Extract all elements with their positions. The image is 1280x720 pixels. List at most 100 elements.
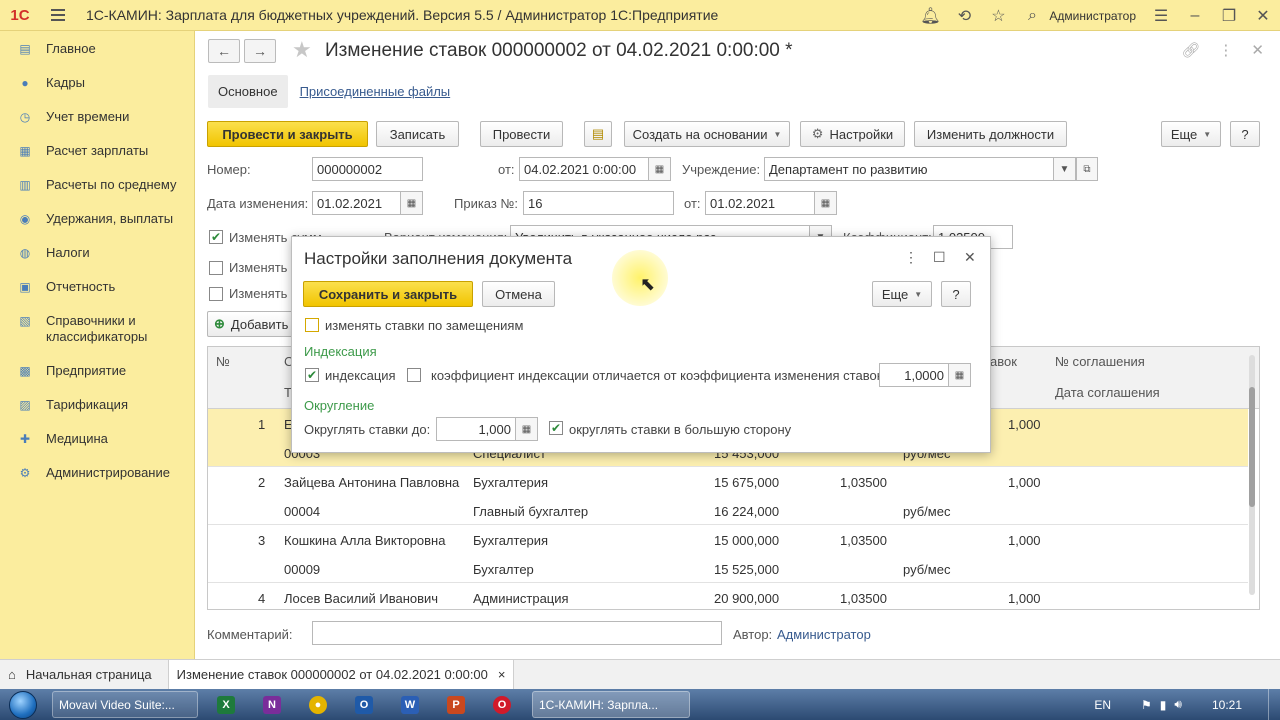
calendar-icon[interactable]: ▦ — [815, 191, 837, 215]
tab-attached-files[interactable]: Присоединенные файлы — [300, 84, 451, 99]
round-to-field[interactable]: 1,000 — [436, 417, 516, 441]
excel-icon[interactable]: X — [208, 691, 244, 718]
help-button[interactable]: ? — [1230, 121, 1260, 147]
change-option-checkbox-3[interactable] — [209, 287, 223, 301]
indexation-coef-field[interactable]: 1,0000 — [879, 363, 949, 387]
link-icon[interactable]: 🔗︎ — [1181, 41, 1200, 59]
powerpoint-icon[interactable]: P — [438, 691, 474, 718]
taskbar-app-1c[interactable]: 1С-КАМИН: Зарпла... — [532, 691, 690, 718]
show-desktop-button[interactable] — [1268, 689, 1280, 720]
favorites-star-icon[interactable]: ☆ — [981, 0, 1015, 31]
more-vertical-icon[interactable]: ⋮ — [904, 249, 918, 266]
word-icon[interactable]: W — [392, 691, 428, 718]
current-user[interactable]: Администратор — [1049, 9, 1136, 23]
change-option-checkbox-2[interactable] — [209, 261, 223, 275]
dialog-more-button[interactable]: Еще ▼ — [872, 281, 932, 307]
order-date-field[interactable]: 01.02.2021 — [705, 191, 815, 215]
minimize-icon[interactable]: – — [1178, 0, 1212, 31]
back-button[interactable]: ← — [208, 39, 240, 63]
col-rates[interactable]: авок — [990, 354, 1017, 369]
sidebar-item-time[interactable]: ◷ Учет времени — [0, 100, 194, 134]
maximize-icon[interactable]: ☐ — [933, 249, 946, 266]
create-based-on-button[interactable]: Создать на основании ▼ — [624, 121, 790, 147]
document-date-field[interactable]: 04.02.2021 0:00:00 — [519, 157, 649, 181]
dialog-help-button[interactable]: ? — [941, 281, 971, 307]
sidebar-item-personnel[interactable]: ● Кадры — [0, 66, 194, 100]
col-number[interactable]: № — [216, 354, 230, 369]
sidebar-item-admin[interactable]: ⚙ Администрирование — [0, 456, 194, 490]
favorite-star-icon[interactable]: ★ — [292, 37, 312, 63]
onenote-icon[interactable]: N — [254, 691, 290, 718]
replace-rates-checkbox[interactable] — [305, 318, 319, 332]
restore-icon[interactable]: ❐ — [1212, 0, 1246, 31]
col-agreement-date[interactable]: Дата соглашения — [1055, 385, 1160, 400]
coef-differs-checkbox[interactable] — [407, 368, 421, 382]
calendar-icon[interactable]: ▦ — [401, 191, 423, 215]
table-row[interactable]: 2 Зайцева Антонина Павловна 00004 Бухгал… — [208, 467, 1248, 525]
table-scrollbar-thumb[interactable] — [1249, 387, 1255, 507]
calculator-icon[interactable]: ▦ — [949, 363, 971, 387]
organization-field[interactable]: Департамент по развитию — [764, 157, 1054, 181]
close-icon[interactable]: × — [498, 667, 506, 682]
post-and-close-button[interactable]: Провести и закрыть — [207, 121, 368, 147]
opera-icon[interactable]: O — [484, 691, 520, 718]
clock[interactable]: 10:21 — [1212, 698, 1242, 712]
sidebar-item-taxes[interactable]: ◍ Налоги — [0, 236, 194, 270]
tab-home-page[interactable]: ⌂ Начальная страница — [0, 660, 160, 690]
indexation-checkbox[interactable]: ✔ — [305, 368, 319, 382]
sidebar-item-reports[interactable]: ▣ Отчетность — [0, 270, 194, 304]
author-link[interactable]: Администратор — [777, 627, 871, 642]
change-positions-button[interactable]: Изменить должности — [914, 121, 1067, 147]
calendar-icon[interactable]: ▦ — [649, 157, 671, 181]
sidebar-item-average[interactable]: ▥ Расчеты по среднему — [0, 168, 194, 202]
save-button[interactable]: Записать — [376, 121, 459, 147]
close-icon[interactable]: ✕ — [1251, 41, 1264, 59]
menu-icon[interactable] — [46, 0, 70, 31]
network-icon[interactable]: ▮ — [1160, 698, 1167, 712]
close-icon[interactable]: ✕ — [1246, 0, 1280, 31]
change-date-field[interactable]: 01.02.2021 — [312, 191, 401, 215]
sidebar-item-tariffs[interactable]: ▨ Тарификация — [0, 388, 194, 422]
sidebar-item-medicine[interactable]: ✚ Медицина — [0, 422, 194, 456]
report-button[interactable]: ▤ — [584, 121, 612, 147]
save-and-close-button[interactable]: Сохранить и закрыть — [303, 281, 473, 307]
flag-icon[interactable]: ⚑ — [1141, 698, 1152, 712]
calculator-icon[interactable]: ▦ — [516, 417, 538, 441]
forward-button[interactable]: → — [244, 39, 276, 63]
order-number-field[interactable]: 16 — [523, 191, 674, 215]
taskbar-app-movavi[interactable]: Movavi Video Suite:... — [52, 691, 198, 718]
close-icon[interactable]: ✕ — [964, 249, 976, 266]
number-field[interactable]: 000000002 — [312, 157, 423, 181]
more-button[interactable]: Еще ▼ — [1161, 121, 1221, 147]
outlook-icon[interactable]: O — [346, 691, 382, 718]
sidebar-item-deductions[interactable]: ◉ Удержания, выплаты — [0, 202, 194, 236]
chrome-icon[interactable]: ● — [300, 691, 336, 718]
round-up-checkbox[interactable]: ✔ — [549, 421, 563, 435]
bell-icon[interactable]: 🔔︎ — [913, 0, 947, 31]
settings-menu-icon[interactable]: ☰ — [1144, 0, 1178, 31]
taskbar-app-label: Movavi Video Suite:... — [59, 697, 175, 712]
sidebar-item-payroll[interactable]: ▦ Расчет зарплаты — [0, 134, 194, 168]
table-row[interactable]: 4 Лосев Василий Иванович Администрация 2… — [208, 583, 1248, 609]
start-button[interactable] — [0, 689, 46, 720]
table-row[interactable]: 3 Кошкина Алла Викторовна 00009 Бухгалте… — [208, 525, 1248, 583]
tab-main[interactable]: Основное — [208, 75, 288, 108]
cancel-button[interactable]: Отмена — [482, 281, 555, 307]
settings-button[interactable]: ⚙ Настройки — [800, 121, 905, 147]
post-button[interactable]: Провести — [480, 121, 563, 147]
volume-icon[interactable]: 🔊︎ — [1174, 697, 1182, 712]
language-indicator[interactable]: EN — [1094, 698, 1111, 712]
change-sums-checkbox[interactable]: ✔ — [209, 230, 223, 244]
col-agreement[interactable]: № соглашения — [1055, 354, 1145, 369]
history-icon[interactable]: ⟲ — [947, 0, 981, 31]
open-icon[interactable]: ⧉ — [1076, 157, 1098, 181]
chevron-down-icon[interactable]: ▼ — [1054, 157, 1076, 181]
add-button[interactable]: ⊕ Добавить — [207, 311, 297, 337]
search-icon[interactable]: ⌕ — [1015, 0, 1049, 31]
sidebar-item-catalogs[interactable]: ▧ Справочники и классификаторы — [0, 304, 194, 354]
more-vertical-icon[interactable]: ⋮ — [1218, 41, 1233, 59]
tab-current-document[interactable]: Изменение ставок 000000002 от 04.02.2021… — [167, 659, 515, 690]
sidebar-item-main[interactable]: ▤ Главное — [0, 32, 194, 66]
comment-field[interactable] — [312, 621, 722, 645]
sidebar-item-enterprise[interactable]: ▩ Предприятие — [0, 354, 194, 388]
